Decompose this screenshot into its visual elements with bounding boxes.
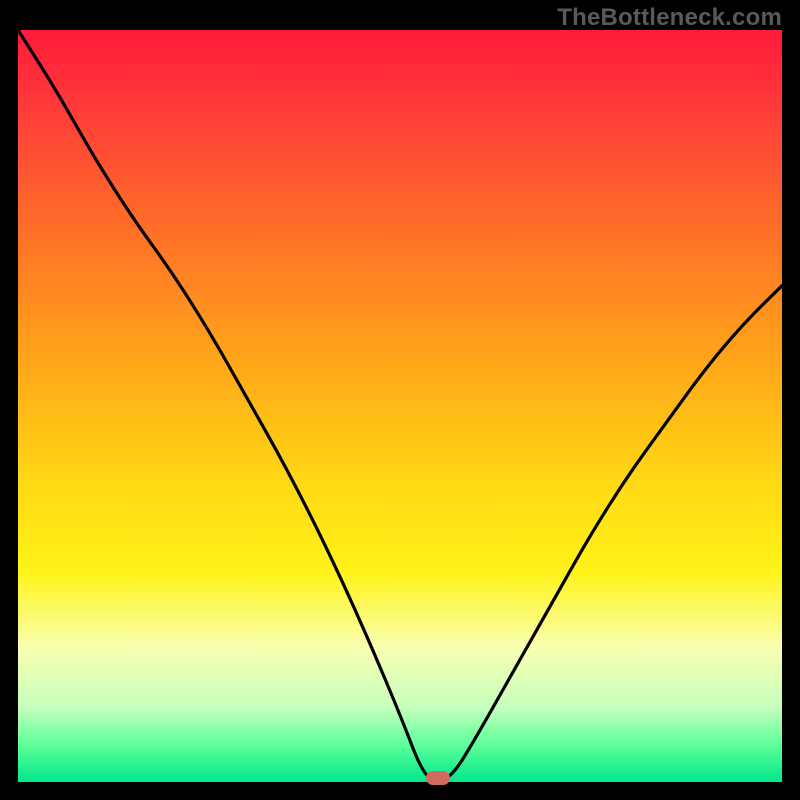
chart-frame: TheBottleneck.com [0, 0, 800, 800]
optimum-marker [426, 771, 450, 785]
watermark-text: TheBottleneck.com [557, 4, 782, 32]
bottleneck-curve-path [18, 30, 782, 780]
bottleneck-curve-svg [18, 30, 782, 782]
